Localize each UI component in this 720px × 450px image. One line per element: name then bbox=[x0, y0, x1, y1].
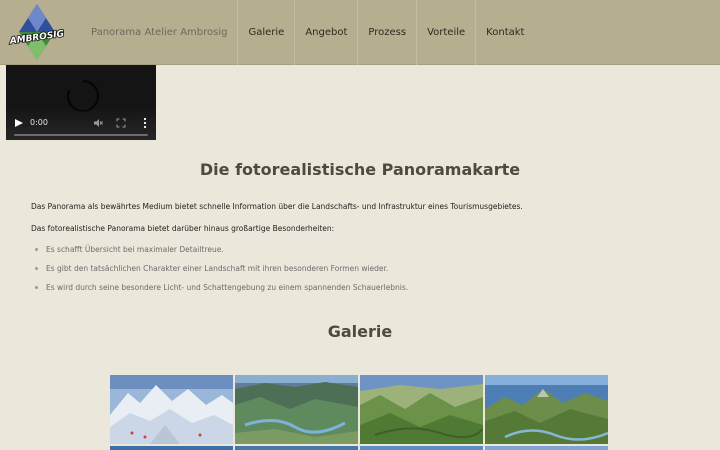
nav-home[interactable]: Panorama Atelier Ambrosig bbox=[83, 0, 239, 65]
bullet-icon bbox=[35, 248, 38, 251]
gallery-image-forested-valley[interactable] bbox=[235, 375, 358, 444]
list-item: Es schafft Übersicht bei maximaler Detai… bbox=[35, 245, 408, 264]
nav-angebot[interactable]: Angebot bbox=[295, 0, 359, 65]
gallery-image-row2-1[interactable] bbox=[110, 446, 233, 450]
video-controls: 0:00 bbox=[6, 106, 156, 140]
video-player[interactable]: 0:00 bbox=[6, 65, 156, 140]
bullet-icon bbox=[35, 286, 38, 289]
nav-galerie[interactable]: Galerie bbox=[238, 0, 296, 65]
gallery-image-row2-2[interactable] bbox=[235, 446, 358, 450]
site-header: AMBROSIG Panorama Atelier Ambrosig Galer… bbox=[0, 0, 720, 65]
feature-list: Es schafft Übersicht bei maximaler Detai… bbox=[35, 245, 408, 302]
mute-icon[interactable] bbox=[93, 118, 103, 128]
more-options-icon[interactable] bbox=[142, 117, 148, 129]
fullscreen-icon[interactable] bbox=[116, 118, 126, 128]
video-progress-track[interactable] bbox=[14, 134, 148, 136]
gallery-image-row2-3[interactable] bbox=[360, 446, 483, 450]
page-title: Die fotorealistische Panoramakarte bbox=[199, 160, 521, 179]
gallery-image-green-hills[interactable] bbox=[360, 375, 483, 444]
nav-kontakt[interactable]: Kontakt bbox=[476, 0, 534, 65]
gallery-title: Galerie bbox=[327, 322, 393, 341]
list-item: Es gibt den tatsächlichen Charakter eine… bbox=[35, 264, 408, 283]
main-nav: Panorama Atelier Ambrosig Galerie Angebo… bbox=[83, 0, 534, 65]
features-intro: Das fotorealistische Panorama bietet dar… bbox=[31, 224, 335, 233]
nav-vorteile[interactable]: Vorteile bbox=[417, 0, 477, 65]
video-time: 0:00 bbox=[30, 118, 48, 127]
list-item: Es wird durch seine besondere Licht- und… bbox=[35, 283, 408, 302]
list-item-text: Es schafft Übersicht bei maximaler Detai… bbox=[46, 245, 224, 254]
gallery-grid bbox=[110, 375, 610, 450]
gallery-image-row2-4[interactable] bbox=[485, 446, 608, 450]
nav-prozess[interactable]: Prozess bbox=[358, 0, 418, 65]
list-item-text: Es wird durch seine besondere Licht- und… bbox=[46, 283, 409, 292]
gallery-image-snowy-alpine[interactable] bbox=[110, 375, 233, 444]
list-item-text: Es gibt den tatsächlichen Charakter eine… bbox=[46, 264, 389, 273]
ambrosig-logo[interactable]: AMBROSIG bbox=[6, 2, 68, 62]
bullet-icon bbox=[35, 267, 38, 270]
play-icon[interactable] bbox=[14, 118, 24, 128]
gallery-image-mountain-ridge[interactable] bbox=[485, 375, 608, 444]
intro-paragraph: Das Panorama als bewährtes Medium bietet… bbox=[31, 202, 523, 211]
